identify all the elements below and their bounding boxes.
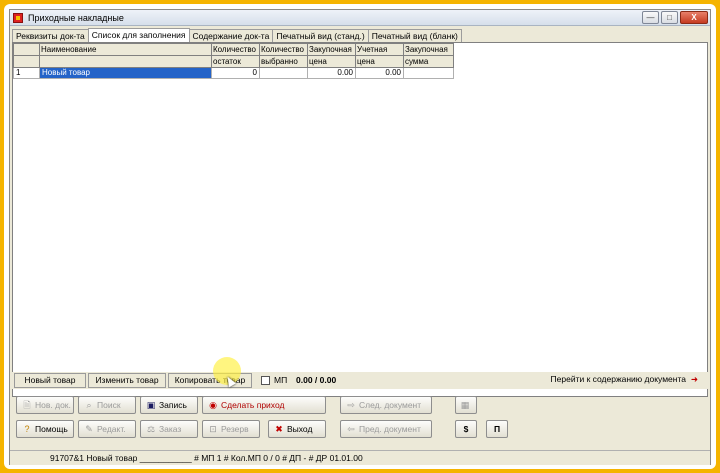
- cell-num[interactable]: 1: [13, 67, 40, 79]
- window-controls: — □ X: [642, 11, 708, 24]
- make-receipt-label: Сделать приход: [221, 400, 285, 410]
- calculator-icon: ▦: [460, 400, 470, 410]
- goto-content-button[interactable]: Перейти к содержанию документа ➜: [542, 373, 700, 388]
- close-button[interactable]: X: [680, 11, 708, 24]
- goto-content-label: Перейти к содержанию документа: [550, 374, 686, 384]
- search-label: Поиск: [97, 400, 121, 410]
- reserve-label: Резерв: [221, 424, 249, 434]
- col-subheader-purchase-price: цена: [307, 55, 356, 68]
- edit-item-button[interactable]: Изменить товар: [88, 373, 166, 388]
- help-icon: ?: [24, 424, 30, 434]
- grid-actions-bar: Новый товар Изменить товар Копировать то…: [12, 372, 708, 389]
- save-label: Запись: [159, 400, 187, 410]
- search-button[interactable]: ⌕ Поиск: [78, 396, 136, 414]
- exit-label: Выход: [287, 424, 313, 434]
- minimize-button[interactable]: —: [642, 11, 659, 24]
- col-subheader-account-price: цена: [355, 55, 404, 68]
- col-header-account-price[interactable]: Учетная: [355, 43, 404, 56]
- window-title: Приходные накладные: [28, 13, 124, 23]
- status-text: 91707&1 Новый товар ___________ # МП 1 #…: [50, 453, 363, 463]
- new-doc-button[interactable]: 🗎 Нов. док.: [16, 396, 74, 414]
- tab-print-standard[interactable]: Печатный вид (станд.): [272, 29, 369, 42]
- cell-name[interactable]: Новый товар: [39, 67, 212, 79]
- status-bar: 91707&1 Новый товар ___________ # МП 1 #…: [10, 450, 710, 465]
- order-icon: ⚖: [146, 424, 156, 434]
- new-doc-label: Нов. док.: [35, 400, 71, 410]
- app-icon: [13, 13, 23, 23]
- cell-selected[interactable]: [259, 67, 308, 79]
- tab-fill-list[interactable]: Список для заполнения: [87, 28, 190, 42]
- col-subheader-selected: выбранно: [259, 55, 308, 68]
- col-header-num[interactable]: [13, 43, 40, 56]
- tab-doc-content[interactable]: Содержание док-та: [188, 29, 274, 42]
- grid-header-row-1: Наименование Количество Количество Закуп…: [13, 43, 454, 56]
- grid-header-row-2: остаток выбранно цена цена сумма: [13, 55, 454, 68]
- maximize-button[interactable]: □: [661, 11, 678, 24]
- col-header-selected[interactable]: Количество: [259, 43, 308, 56]
- cell-stock[interactable]: 0: [211, 67, 260, 79]
- edit-icon: ✎: [85, 424, 93, 434]
- calculator-button[interactable]: ▦: [455, 396, 477, 414]
- cell-account-price[interactable]: 0.00: [355, 67, 404, 79]
- cell-purchase-price[interactable]: 0.00: [307, 67, 356, 79]
- col-subheader-stock: остаток: [211, 55, 260, 68]
- col-subheader-purchase-sum: сумма: [403, 55, 454, 68]
- prev-doc-label: Пред. документ: [359, 424, 421, 434]
- col-header-name[interactable]: Наименование: [39, 43, 212, 56]
- tab-strip: Реквизиты док-та Список для заполнения С…: [12, 28, 462, 42]
- p-button[interactable]: П: [486, 420, 508, 438]
- prev-doc-button[interactable]: ⇦ Пред. документ: [340, 420, 432, 438]
- lock-icon: ⊡: [209, 424, 217, 434]
- receipt-icon: ◉: [209, 400, 217, 410]
- floppy-icon: ▣: [146, 400, 156, 410]
- goto-arrow-icon: ➜: [690, 374, 698, 384]
- mp-checkbox[interactable]: [261, 376, 270, 385]
- make-receipt-button[interactable]: ◉ Сделать приход: [202, 396, 326, 414]
- next-doc-label: След. документ: [359, 400, 422, 410]
- tab-print-blank[interactable]: Печатный вид (бланк): [367, 29, 462, 42]
- help-button[interactable]: ? Помощь: [16, 420, 74, 438]
- help-label: Помощь: [35, 424, 68, 434]
- save-button[interactable]: ▣ Запись: [140, 396, 198, 414]
- col-header-stock[interactable]: Количество: [211, 43, 260, 56]
- order-button[interactable]: ⚖ Заказ: [140, 420, 198, 438]
- new-doc-icon: 🗎: [23, 400, 31, 410]
- col-subheader-num: [13, 55, 40, 68]
- mp-value: 0.00 / 0.00: [296, 375, 337, 385]
- close-x-icon: ✖: [275, 424, 283, 434]
- items-grid[interactable]: Наименование Количество Количество Закуп…: [13, 43, 454, 79]
- new-item-button[interactable]: Новый товар: [14, 373, 86, 388]
- items-grid-area[interactable]: Наименование Количество Количество Закуп…: [12, 42, 708, 397]
- order-label: Заказ: [159, 424, 182, 434]
- mp-label: МП: [274, 375, 288, 385]
- dollar-button[interactable]: $: [455, 420, 477, 438]
- next-doc-button[interactable]: ⇨ След. документ: [340, 396, 432, 414]
- table-row[interactable]: 1 Новый товар 0 0.00 0.00: [13, 67, 454, 79]
- binoculars-icon: ⌕: [86, 400, 92, 410]
- col-header-purchase-price[interactable]: Закупочная: [307, 43, 356, 56]
- edit-button[interactable]: ✎ Редакт.: [78, 420, 136, 438]
- exit-button[interactable]: ✖ Выход: [268, 420, 326, 438]
- title-bar[interactable]: Приходные накладные — □ X: [10, 10, 710, 26]
- tab-doc-details[interactable]: Реквизиты док-та: [12, 29, 89, 42]
- arrow-left-icon: ⇦: [347, 424, 355, 434]
- reserve-button[interactable]: ⊡ Резерв: [202, 420, 260, 438]
- cell-purchase-sum[interactable]: [403, 67, 454, 79]
- col-header-purchase-sum[interactable]: Закупочная: [403, 43, 454, 56]
- edit-label: Редакт.: [97, 424, 126, 434]
- main-window: Приходные накладные — □ X Реквизиты док-…: [9, 9, 711, 465]
- col-subheader-name: [39, 55, 212, 68]
- arrow-right-icon: ⇨: [347, 400, 355, 410]
